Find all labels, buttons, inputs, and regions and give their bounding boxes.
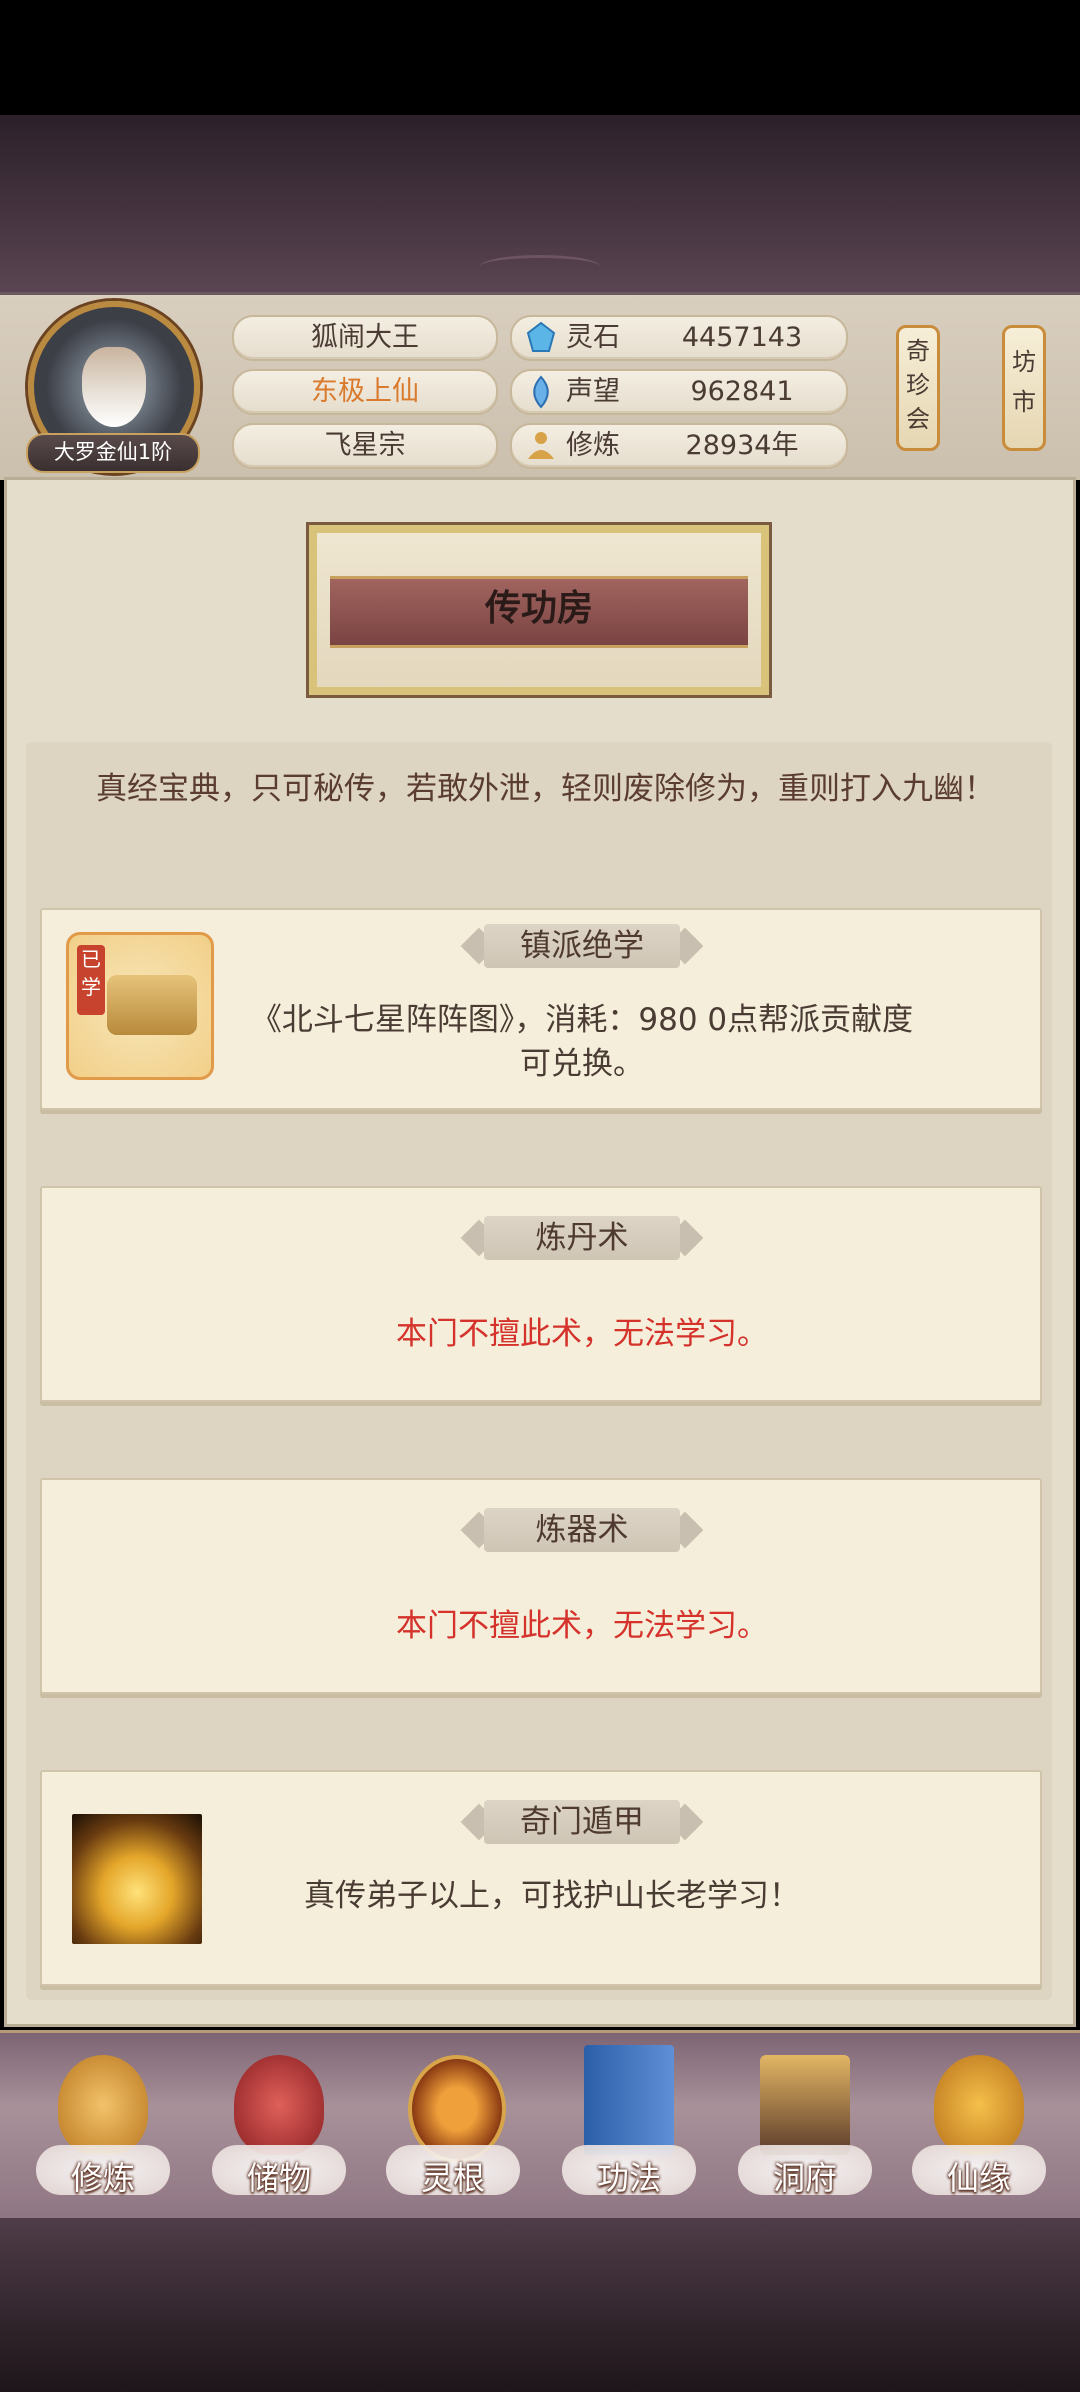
card-text: 本门不擅此术，无法学习。 (396, 1608, 768, 1644)
intro-text: 真经宝典，只可秘传，若敢外泄，轻则废除修为，重则打入九幽！ (96, 771, 995, 807)
resource-label: 修炼 (566, 430, 620, 461)
bottom-decor (0, 2218, 1080, 2392)
avatar-portrait (82, 347, 146, 427)
nav-label: 洞府 (772, 2159, 837, 2197)
skill-card-forging[interactable]: 炼器术 本门不擅此术，无法学习。 (40, 1478, 1042, 1694)
nav-label: 仙缘 (946, 2159, 1011, 2197)
nav-label: 修炼 (70, 2159, 135, 2197)
rank-badge: 大罗金仙1阶 (26, 433, 200, 473)
scroll-icon: 已学 (66, 932, 214, 1080)
banner: 炼丹术 (460, 1214, 704, 1264)
nav-label: 储物 (246, 2159, 311, 2197)
scroll-art (107, 975, 197, 1035)
golden-dome-icon (72, 1814, 202, 1944)
cultivate-icon (58, 2055, 148, 2155)
card-banner-label: 奇门遁甲 (484, 1800, 680, 1844)
learned-badge: 已学 (77, 945, 105, 1015)
nav-label: 功法 (596, 2159, 661, 2197)
nav-fortune[interactable]: 仙缘 (904, 2045, 1054, 2213)
nav-cave[interactable]: 洞府 (730, 2045, 880, 2213)
resource-label: 声望 (566, 376, 620, 407)
card-text: 真传弟子以上，可找护山长老学习！ (304, 1878, 800, 1914)
nav-cultivate[interactable]: 修炼 (28, 2045, 178, 2213)
scripture-book-icon (584, 2045, 674, 2155)
resource-spirit-stone: 灵石 4457143 (510, 315, 848, 361)
player-title: 东极上仙 (232, 369, 498, 415)
fortune-gourd-icon (934, 2055, 1024, 2155)
card-banner-label: 镇派绝学 (484, 924, 680, 968)
nav-spirit-root[interactable]: 灵根 (378, 2045, 528, 2213)
meditation-icon (528, 432, 554, 459)
card-banner-label: 炼器术 (484, 1508, 680, 1552)
resource-cultivation: 修炼 28934年 (510, 423, 848, 469)
skill-card-signature[interactable]: 已学 镇派绝学 《北斗七星阵阵图》，消耗：980 0点帮派贡献度可兑换。 (40, 908, 1042, 1110)
status-bar-area (0, 0, 1080, 115)
resource-value: 28934年 (685, 430, 799, 461)
skill-card-alchemy[interactable]: 炼丹术 本门不擅此术，无法学习。 (40, 1186, 1042, 1402)
banner: 炼器术 (460, 1506, 704, 1556)
treasure-fair-button[interactable]: 奇珍会 (896, 325, 940, 451)
banner: 奇门遁甲 (460, 1798, 704, 1848)
nav-scripture[interactable]: 功法 (554, 2045, 704, 2213)
resource-value: 4457143 (681, 322, 803, 353)
resource-prestige: 声望 962841 (510, 369, 848, 415)
skill-card-qimen[interactable]: 奇门遁甲 真传弟子以上，可找护山长老学习！ (40, 1770, 1042, 1986)
banner: 镇派绝学 (460, 922, 704, 972)
player-sect: 飞星宗 (232, 423, 498, 469)
card-text: 《北斗七星阵阵图》，消耗：980 0点帮派贡献度可兑换。 (250, 1002, 914, 1082)
nav-storage[interactable]: 储物 (204, 2045, 354, 2213)
bottom-nav: 修炼 储物 灵根 功法 洞府 仙缘 (0, 2030, 1080, 2221)
cave-dwelling-icon (760, 2055, 850, 2155)
top-decor-band (0, 115, 1080, 295)
spirit-stone-icon (526, 321, 556, 352)
player-header: 大罗金仙1阶 狐闹大王 东极上仙 飞星宗 灵石 4457143 声望 96284… (0, 292, 1080, 480)
storage-bag-icon (234, 2055, 324, 2155)
market-button[interactable]: 坊市 (1002, 325, 1046, 451)
nav-label: 灵根 (420, 2159, 485, 2197)
player-name: 狐闹大王 (232, 315, 498, 361)
prestige-icon (533, 375, 549, 409)
resource-label: 灵石 (566, 322, 620, 353)
resource-value: 962841 (690, 376, 794, 407)
card-banner-label: 炼丹术 (484, 1216, 680, 1260)
page-title: 传功房 (484, 588, 593, 629)
card-text: 本门不擅此术，无法学习。 (396, 1316, 768, 1352)
